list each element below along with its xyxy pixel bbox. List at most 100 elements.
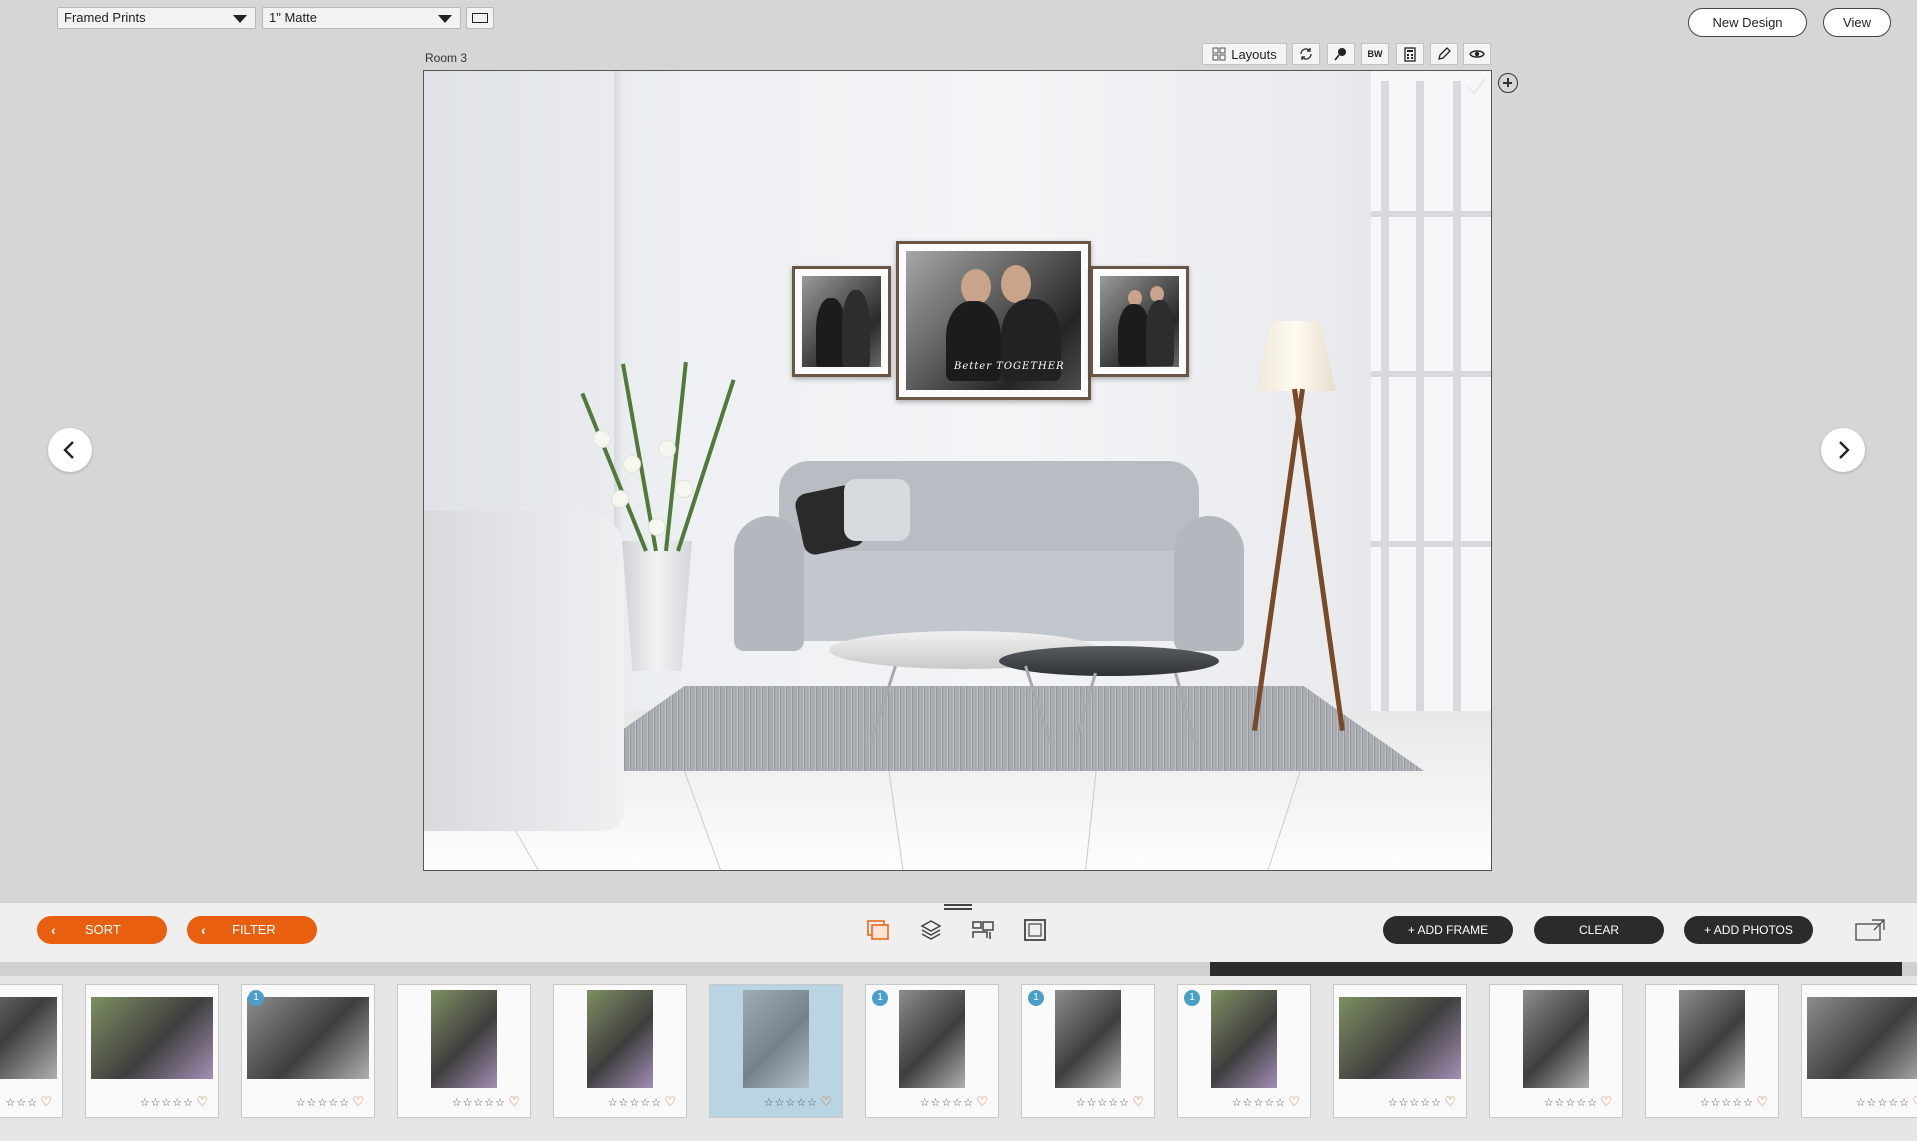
photos-stack-icon[interactable] [865, 918, 891, 942]
matte-value: 1" Matte [269, 10, 317, 25]
orientation-button[interactable] [466, 7, 494, 29]
photo-thumbnail[interactable]: ☆☆☆☆☆♡ [1333, 984, 1467, 1118]
filmstrip-scrollbar-thumb[interactable] [1210, 962, 1902, 976]
heart-icon[interactable]: ♡ [352, 1094, 364, 1110]
new-design-button[interactable]: New Design [1688, 8, 1807, 37]
star-rating[interactable]: ☆☆☆☆☆ [1802, 1096, 1910, 1109]
grid-icon [1212, 47, 1226, 61]
star-rating[interactable]: ☆☆☆☆☆ [866, 1096, 974, 1109]
star-rating[interactable]: ☆☆☆☆☆ [554, 1096, 662, 1109]
flower [612, 491, 628, 507]
sofa-arm [734, 516, 804, 651]
product-type-select[interactable]: Framed Prints [57, 7, 256, 29]
thumbnail-image [91, 997, 213, 1079]
matte-select[interactable]: 1" Matte [262, 7, 461, 29]
room-canvas[interactable]: Better TOGETHER [423, 70, 1492, 871]
sort-button[interactable]: ‹ SORT [37, 916, 167, 944]
clear-button[interactable]: CLEAR [1534, 916, 1664, 944]
window-transom [1371, 371, 1491, 377]
photo-thumbnail[interactable]: ☆☆☆☆☆♡ [85, 984, 219, 1118]
edit-button[interactable] [1430, 43, 1458, 65]
star-rating[interactable]: ☆☆☆☆☆ [1022, 1096, 1130, 1109]
heart-icon[interactable]: ♡ [1912, 1094, 1917, 1110]
add-photos-button[interactable]: + ADD PHOTOS [1684, 916, 1813, 944]
photo-thumbnail[interactable]: ☆☆☆☆☆♡ [1645, 984, 1779, 1118]
photo-thumbnail[interactable]: 1 ☆☆☆☆☆ ♡ [1177, 984, 1311, 1118]
heart-icon[interactable]: ♡ [1444, 1094, 1456, 1110]
star-rating[interactable]: ☆☆☆☆☆ [1178, 1096, 1286, 1109]
usage-count-badge: 1 [1184, 990, 1200, 1006]
photo-figure [1146, 300, 1174, 366]
previous-room-button[interactable] [48, 428, 92, 472]
wall-frame-center[interactable]: Better TOGETHER [896, 241, 1091, 400]
heart-icon[interactable]: ♡ [1756, 1094, 1768, 1110]
add-frame-button[interactable]: + ADD FRAME [1383, 916, 1513, 944]
photo-thumbnail[interactable]: 1 ☆☆☆☆☆ ♡ [241, 984, 375, 1118]
heart-icon[interactable]: ♡ [1132, 1094, 1144, 1110]
photo-thumbnail[interactable]: ☆☆☆ ♡ [0, 984, 63, 1118]
calculator-icon [1404, 46, 1416, 62]
product-type-value: Framed Prints [64, 10, 146, 25]
photo-thumbnail[interactable]: 1 ☆☆☆☆☆ ♡ [865, 984, 999, 1118]
star-rating[interactable]: ☆☆☆☆☆ [1646, 1096, 1754, 1109]
photo-thumbnail[interactable]: ☆☆☆☆☆♡ [397, 984, 531, 1118]
photo-thumbnail[interactable]: 1 ☆☆☆☆☆ ♡ [1021, 984, 1155, 1118]
thumbnail-image [1679, 990, 1745, 1088]
checkmark-icon[interactable] [1465, 75, 1487, 97]
heart-icon[interactable]: ♡ [1600, 1094, 1612, 1110]
layers-icon[interactable] [918, 918, 944, 942]
resize-handle-icon[interactable] [944, 904, 972, 910]
photo-figure [842, 290, 870, 367]
heart-icon[interactable]: ♡ [664, 1094, 676, 1110]
rotate-button[interactable] [1292, 43, 1320, 65]
landscape-orientation-icon [472, 13, 488, 23]
heart-icon[interactable]: ♡ [1288, 1094, 1300, 1110]
photo-thumbnail[interactable]: ☆☆☆☆☆♡ [709, 984, 843, 1118]
expand-window-icon[interactable] [1854, 918, 1886, 942]
frame-icon[interactable] [1022, 918, 1048, 942]
room-scene-icon[interactable] [970, 918, 996, 942]
heart-icon[interactable]: ♡ [508, 1094, 520, 1110]
next-room-button[interactable] [1821, 428, 1865, 472]
frame-photo: Better TOGETHER [906, 251, 1081, 390]
pencil-icon [1438, 47, 1451, 60]
filter-button[interactable]: ‹ FILTER [187, 916, 317, 944]
frame-caption: Better TOGETHER [954, 361, 1065, 372]
heart-icon[interactable]: ♡ [40, 1094, 52, 1110]
sofa-seat [749, 551, 1229, 641]
preview-button[interactable] [1463, 43, 1491, 65]
star-rating[interactable]: ☆☆☆☆☆ [398, 1096, 506, 1109]
layouts-button[interactable]: Layouts [1202, 43, 1287, 65]
star-rating[interactable]: ☆☆☆☆☆ [1334, 1096, 1442, 1109]
usage-count-badge: 1 [1028, 990, 1044, 1006]
photo-thumbnail[interactable]: ☆☆☆☆☆♡ [553, 984, 687, 1118]
flower [649, 519, 665, 535]
view-button[interactable]: View [1823, 8, 1891, 37]
heart-icon[interactable]: ♡ [820, 1094, 832, 1110]
pin-button[interactable] [1327, 43, 1355, 65]
armchair [424, 511, 624, 831]
photo-face [1001, 265, 1031, 303]
star-rating[interactable]: ☆☆☆ [0, 1096, 38, 1109]
thumbnail-image [431, 990, 497, 1088]
add-frame-circle-icon[interactable] [1498, 73, 1518, 93]
wall-frame-left[interactable] [792, 266, 891, 377]
photo-thumbnail[interactable]: ☆☆☆☆☆♡ [1801, 984, 1917, 1118]
usage-count-badge: 1 [872, 990, 888, 1006]
photo-thumbnail[interactable]: ☆☆☆☆☆♡ [1489, 984, 1623, 1118]
flower [624, 456, 640, 472]
heart-icon[interactable]: ♡ [196, 1094, 208, 1110]
star-rating[interactable]: ☆☆☆☆☆ [86, 1096, 194, 1109]
bw-button[interactable]: BW [1361, 43, 1389, 65]
heart-icon[interactable]: ♡ [976, 1094, 988, 1110]
chevron-right-icon [1839, 441, 1850, 459]
layouts-label: Layouts [1231, 46, 1277, 62]
frame-mat [795, 269, 888, 374]
star-rating[interactable]: ☆☆☆☆☆ [1490, 1096, 1598, 1109]
wall-frame-right[interactable] [1090, 266, 1189, 377]
sort-label: SORT [85, 922, 121, 937]
grey-cushion [844, 479, 910, 541]
star-rating[interactable]: ☆☆☆☆☆ [242, 1096, 350, 1109]
star-rating[interactable]: ☆☆☆☆☆ [710, 1096, 818, 1109]
calculator-button[interactable] [1396, 43, 1424, 65]
